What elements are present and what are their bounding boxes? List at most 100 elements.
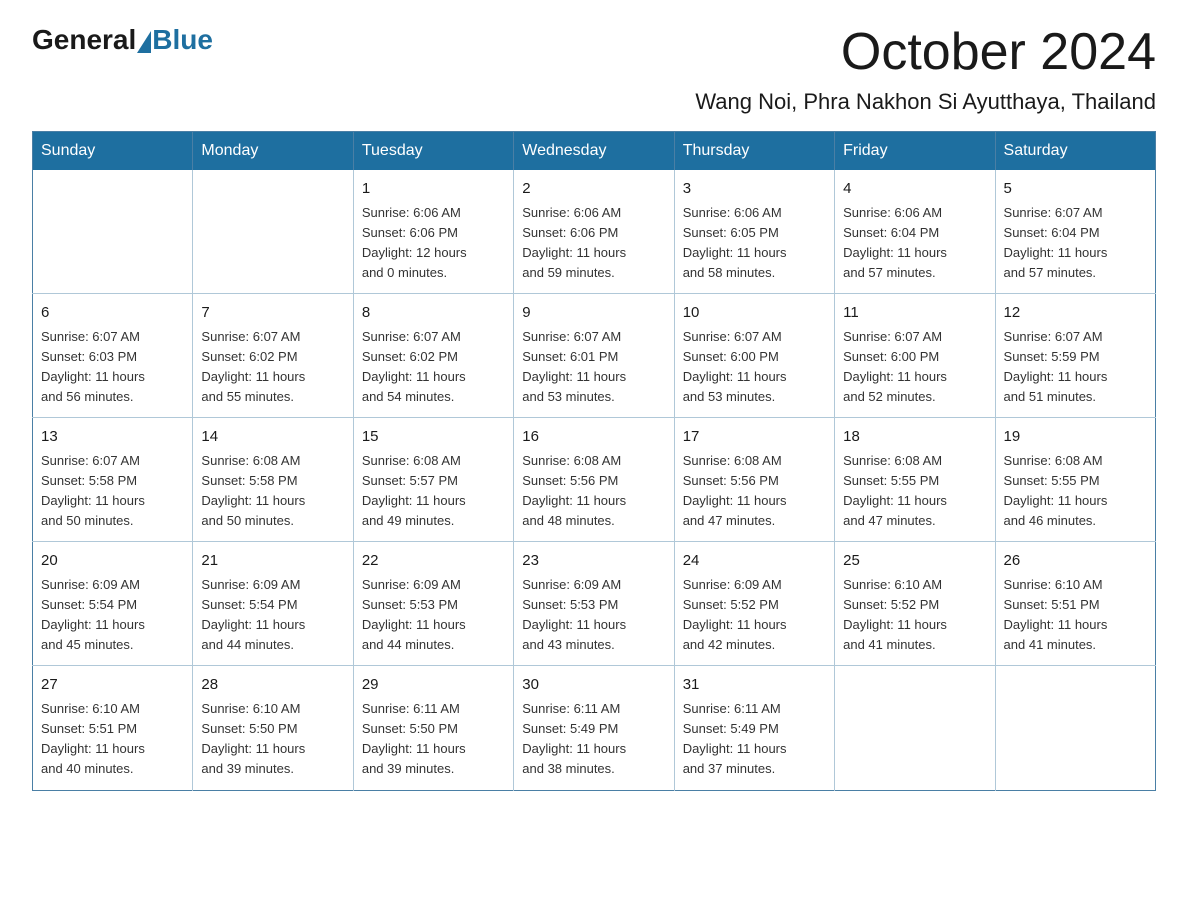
day-info: Sunrise: 6:11 AM Sunset: 5:50 PM Dayligh… [362,699,505,780]
day-info: Sunrise: 6:06 AM Sunset: 6:06 PM Dayligh… [362,203,505,284]
calendar-cell: 25Sunrise: 6:10 AM Sunset: 5:52 PM Dayli… [835,542,995,666]
day-info: Sunrise: 6:10 AM Sunset: 5:51 PM Dayligh… [41,699,184,780]
day-info: Sunrise: 6:08 AM Sunset: 5:57 PM Dayligh… [362,451,505,532]
day-number: 20 [41,550,184,573]
calendar-header-row: SundayMondayTuesdayWednesdayThursdayFrid… [33,132,1156,171]
day-info: Sunrise: 6:07 AM Sunset: 5:58 PM Dayligh… [41,451,184,532]
weekday-header-friday: Friday [835,132,995,171]
day-info: Sunrise: 6:06 AM Sunset: 6:05 PM Dayligh… [683,203,826,284]
calendar-cell: 31Sunrise: 6:11 AM Sunset: 5:49 PM Dayli… [674,666,834,790]
day-info: Sunrise: 6:09 AM Sunset: 5:53 PM Dayligh… [522,575,665,656]
day-info: Sunrise: 6:07 AM Sunset: 5:59 PM Dayligh… [1004,327,1147,408]
day-number: 27 [41,674,184,697]
day-info: Sunrise: 6:10 AM Sunset: 5:50 PM Dayligh… [201,699,344,780]
calendar-cell: 20Sunrise: 6:09 AM Sunset: 5:54 PM Dayli… [33,542,193,666]
day-number: 13 [41,426,184,449]
day-number: 25 [843,550,986,573]
day-info: Sunrise: 6:07 AM Sunset: 6:02 PM Dayligh… [201,327,344,408]
day-number: 23 [522,550,665,573]
calendar-cell: 2Sunrise: 6:06 AM Sunset: 6:06 PM Daylig… [514,170,674,294]
weekday-header-saturday: Saturday [995,132,1155,171]
logo: General Blue [32,24,213,56]
calendar-cell: 14Sunrise: 6:08 AM Sunset: 5:58 PM Dayli… [193,418,353,542]
calendar-cell: 8Sunrise: 6:07 AM Sunset: 6:02 PM Daylig… [353,294,513,418]
calendar-cell: 10Sunrise: 6:07 AM Sunset: 6:00 PM Dayli… [674,294,834,418]
calendar-cell: 27Sunrise: 6:10 AM Sunset: 5:51 PM Dayli… [33,666,193,790]
day-number: 24 [683,550,826,573]
month-location-block: October 2024 [841,24,1156,81]
day-info: Sunrise: 6:07 AM Sunset: 6:00 PM Dayligh… [843,327,986,408]
day-number: 3 [683,178,826,201]
day-info: Sunrise: 6:08 AM Sunset: 5:55 PM Dayligh… [843,451,986,532]
day-number: 29 [362,674,505,697]
calendar-cell: 22Sunrise: 6:09 AM Sunset: 5:53 PM Dayli… [353,542,513,666]
day-number: 8 [362,302,505,325]
calendar-cell: 30Sunrise: 6:11 AM Sunset: 5:49 PM Dayli… [514,666,674,790]
calendar-cell: 5Sunrise: 6:07 AM Sunset: 6:04 PM Daylig… [995,170,1155,294]
day-number: 28 [201,674,344,697]
logo-triangle-icon [137,31,151,53]
calendar-cell: 29Sunrise: 6:11 AM Sunset: 5:50 PM Dayli… [353,666,513,790]
day-number: 26 [1004,550,1147,573]
day-number: 17 [683,426,826,449]
day-number: 31 [683,674,826,697]
logo-blue-text: Blue [152,24,213,56]
calendar-cell: 16Sunrise: 6:08 AM Sunset: 5:56 PM Dayli… [514,418,674,542]
day-number: 1 [362,178,505,201]
calendar-cell: 3Sunrise: 6:06 AM Sunset: 6:05 PM Daylig… [674,170,834,294]
day-info: Sunrise: 6:08 AM Sunset: 5:56 PM Dayligh… [683,451,826,532]
day-number: 6 [41,302,184,325]
day-number: 14 [201,426,344,449]
day-info: Sunrise: 6:11 AM Sunset: 5:49 PM Dayligh… [522,699,665,780]
calendar-cell [33,170,193,294]
page-header: General Blue October 2024 [32,24,1156,81]
calendar-cell: 19Sunrise: 6:08 AM Sunset: 5:55 PM Dayli… [995,418,1155,542]
calendar-cell: 12Sunrise: 6:07 AM Sunset: 5:59 PM Dayli… [995,294,1155,418]
calendar-cell: 9Sunrise: 6:07 AM Sunset: 6:01 PM Daylig… [514,294,674,418]
day-number: 2 [522,178,665,201]
calendar-table: SundayMondayTuesdayWednesdayThursdayFrid… [32,131,1156,790]
day-info: Sunrise: 6:11 AM Sunset: 5:49 PM Dayligh… [683,699,826,780]
calendar-cell: 21Sunrise: 6:09 AM Sunset: 5:54 PM Dayli… [193,542,353,666]
day-info: Sunrise: 6:06 AM Sunset: 6:04 PM Dayligh… [843,203,986,284]
month-title: October 2024 [841,24,1156,81]
calendar-cell: 13Sunrise: 6:07 AM Sunset: 5:58 PM Dayli… [33,418,193,542]
day-number: 5 [1004,178,1147,201]
day-info: Sunrise: 6:10 AM Sunset: 5:51 PM Dayligh… [1004,575,1147,656]
day-number: 21 [201,550,344,573]
day-info: Sunrise: 6:08 AM Sunset: 5:55 PM Dayligh… [1004,451,1147,532]
logo-general-text: General [32,24,136,56]
day-number: 16 [522,426,665,449]
day-number: 18 [843,426,986,449]
day-number: 19 [1004,426,1147,449]
calendar-week-row: 13Sunrise: 6:07 AM Sunset: 5:58 PM Dayli… [33,418,1156,542]
calendar-cell [835,666,995,790]
day-info: Sunrise: 6:08 AM Sunset: 5:58 PM Dayligh… [201,451,344,532]
day-number: 7 [201,302,344,325]
day-number: 10 [683,302,826,325]
calendar-cell: 24Sunrise: 6:09 AM Sunset: 5:52 PM Dayli… [674,542,834,666]
day-info: Sunrise: 6:07 AM Sunset: 6:01 PM Dayligh… [522,327,665,408]
calendar-cell: 7Sunrise: 6:07 AM Sunset: 6:02 PM Daylig… [193,294,353,418]
day-info: Sunrise: 6:06 AM Sunset: 6:06 PM Dayligh… [522,203,665,284]
day-number: 30 [522,674,665,697]
calendar-cell: 17Sunrise: 6:08 AM Sunset: 5:56 PM Dayli… [674,418,834,542]
day-info: Sunrise: 6:07 AM Sunset: 6:00 PM Dayligh… [683,327,826,408]
weekday-header-thursday: Thursday [674,132,834,171]
calendar-cell: 26Sunrise: 6:10 AM Sunset: 5:51 PM Dayli… [995,542,1155,666]
calendar-cell: 1Sunrise: 6:06 AM Sunset: 6:06 PM Daylig… [353,170,513,294]
day-info: Sunrise: 6:07 AM Sunset: 6:02 PM Dayligh… [362,327,505,408]
weekday-header-monday: Monday [193,132,353,171]
calendar-cell: 15Sunrise: 6:08 AM Sunset: 5:57 PM Dayli… [353,418,513,542]
day-info: Sunrise: 6:09 AM Sunset: 5:52 PM Dayligh… [683,575,826,656]
weekday-header-tuesday: Tuesday [353,132,513,171]
calendar-cell: 11Sunrise: 6:07 AM Sunset: 6:00 PM Dayli… [835,294,995,418]
day-info: Sunrise: 6:09 AM Sunset: 5:54 PM Dayligh… [41,575,184,656]
calendar-cell [995,666,1155,790]
weekday-header-wednesday: Wednesday [514,132,674,171]
day-info: Sunrise: 6:07 AM Sunset: 6:03 PM Dayligh… [41,327,184,408]
calendar-cell: 6Sunrise: 6:07 AM Sunset: 6:03 PM Daylig… [33,294,193,418]
day-info: Sunrise: 6:07 AM Sunset: 6:04 PM Dayligh… [1004,203,1147,284]
location-title: Wang Noi, Phra Nakhon Si Ayutthaya, Thai… [32,89,1156,115]
calendar-cell: 4Sunrise: 6:06 AM Sunset: 6:04 PM Daylig… [835,170,995,294]
